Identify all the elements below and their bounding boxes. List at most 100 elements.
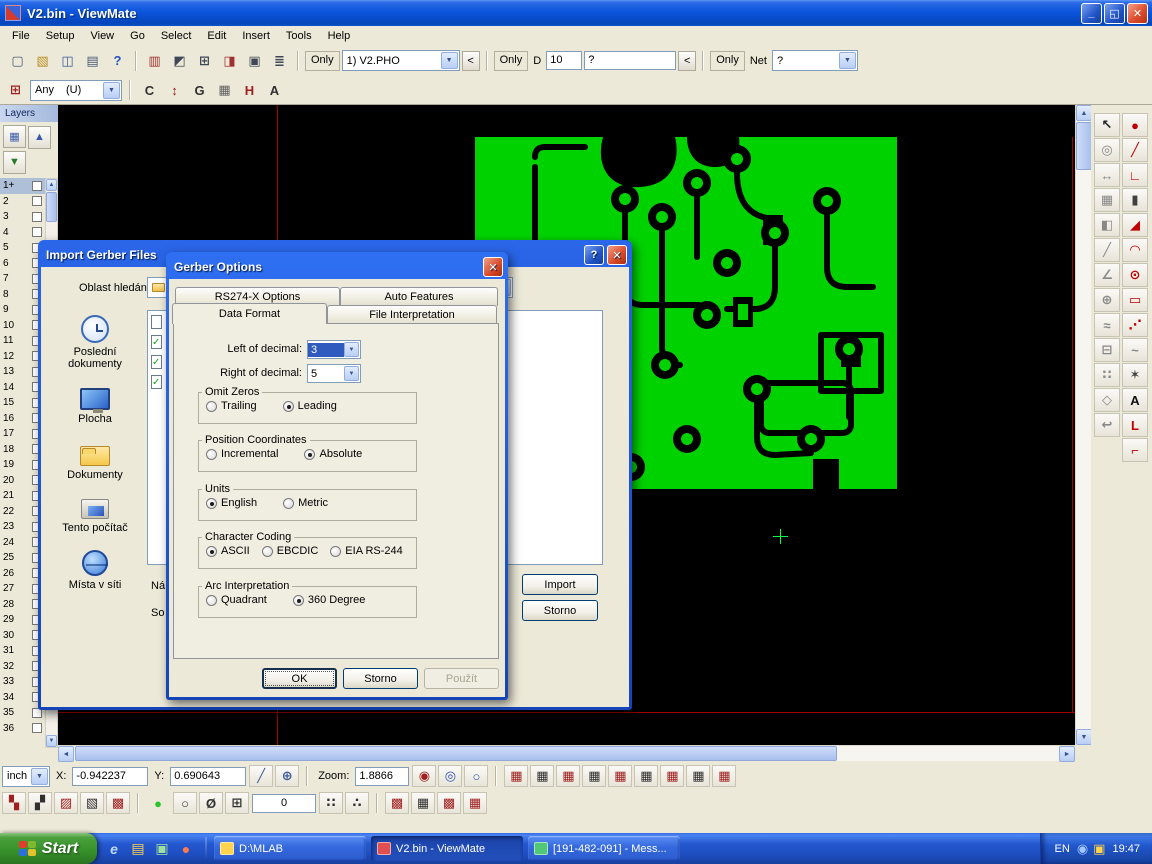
pad-pattern-icon-2[interactable]: ▦	[411, 792, 435, 814]
prev-layer-button[interactable]: <	[462, 51, 480, 71]
grid-toggle-icon[interactable]: ⊞	[225, 792, 249, 814]
zoom-tool-icon[interactable]: ◎	[1094, 138, 1120, 162]
update-icon[interactable]: ▣	[1093, 841, 1105, 857]
close-icon[interactable]: ✕	[483, 257, 503, 277]
tab-data-format[interactable]: Data Format	[172, 303, 327, 324]
polyline-tool-icon[interactable]: ∟	[1122, 163, 1148, 187]
snap-icon[interactable]: ⊕	[1094, 288, 1120, 312]
file-item-icon[interactable]	[151, 315, 162, 329]
radio-english[interactable]: English	[206, 497, 257, 509]
pad-pattern-icon-4[interactable]: ▦	[463, 792, 487, 814]
chevron-down-icon[interactable]: ▼	[441, 52, 458, 69]
dcode-grid-icon-2[interactable]: ▦	[530, 765, 554, 787]
dcode-grid-icon-8[interactable]: ▦	[686, 765, 710, 787]
text-style-icon[interactable]: A	[263, 79, 286, 102]
dcode-grid-icon-3[interactable]: ▦	[556, 765, 580, 787]
scroll-down-icon[interactable]: ▼	[1076, 729, 1092, 745]
step-repeat-icon[interactable]: ⊟	[1094, 338, 1120, 362]
origin-icon[interactable]: ⊕	[275, 765, 299, 787]
grid-settings-icon[interactable]: ⊞	[4, 79, 27, 102]
show-desktop-icon[interactable]: ▣	[153, 840, 171, 858]
order-icon[interactable]: ≈	[1094, 313, 1120, 337]
menu-select[interactable]: Select	[153, 28, 200, 44]
language-indicator[interactable]: EN	[1055, 843, 1070, 855]
messenger-icon[interactable]: ◉	[1077, 841, 1088, 857]
triangle-tool-icon[interactable]: ◢	[1122, 213, 1148, 237]
pointer-icon[interactable]: ↖	[1094, 113, 1120, 137]
chevron-down-icon[interactable]: ▼	[344, 342, 359, 357]
taskbar-button-v2-bin-viewmate[interactable]: V2.bin - ViewMate	[371, 836, 523, 861]
chevron-down-icon[interactable]: ▼	[31, 768, 48, 785]
layer-up-icon[interactable]: ▲	[28, 126, 51, 149]
print-icon[interactable]: ▤	[81, 49, 104, 72]
place-m-sta-v-s-ti[interactable]: Místa v síti	[47, 549, 143, 591]
chevron-down-icon[interactable]: ▼	[344, 366, 359, 381]
undo-icon[interactable]: ↩	[1094, 413, 1120, 437]
layer-color-swatch[interactable]	[32, 181, 42, 191]
cancel-button[interactable]: Storno	[343, 668, 418, 689]
layer-row-1[interactable]: 1+	[0, 178, 45, 194]
place-posledn-dokumenty[interactable]: Poslední dokumenty	[47, 315, 143, 370]
prev-dcode-button[interactable]: <	[678, 51, 696, 71]
layer-color-swatch[interactable]	[32, 196, 42, 206]
taskbar-button-191-482-091-mess[interactable]: [191-482-091] - Mess...	[528, 836, 680, 861]
scroll-up-icon[interactable]: ▲	[1076, 105, 1092, 121]
layer-color-swatch[interactable]	[32, 212, 42, 222]
radio-absolute[interactable]: Absolute	[304, 448, 362, 460]
rect-tool-icon[interactable]: ▭	[1122, 288, 1148, 312]
dotted-tool-icon[interactable]: ⋰	[1122, 313, 1148, 337]
count-field[interactable]: 0	[252, 794, 316, 813]
menu-view[interactable]: View	[82, 28, 122, 44]
pad-pattern-icon-3[interactable]: ▩	[437, 792, 461, 814]
zoom-out-icon[interactable]: ○	[464, 765, 488, 787]
line-style-icon[interactable]: ╱	[1094, 238, 1120, 262]
left-of-decimal-combo[interactable]: 3 ▼	[307, 340, 361, 359]
help-icon[interactable]: ?	[584, 245, 604, 265]
ie-icon[interactable]: e	[105, 840, 123, 858]
menu-tools[interactable]: Tools	[278, 28, 320, 44]
open-file-icon[interactable]: ▧	[31, 49, 54, 72]
file-item-icon[interactable]: ✓	[151, 355, 162, 369]
radio-eia-rs-244[interactable]: EIA RS-244	[330, 545, 402, 557]
radio-leading[interactable]: Leading	[283, 400, 337, 412]
close-button[interactable]: ✕	[1127, 3, 1148, 24]
layer-combo[interactable]: 1) V2.PHO ▼	[342, 50, 460, 71]
hook-tool-icon[interactable]: ⌐	[1122, 438, 1148, 462]
fill-mode-icon[interactable]: ▦	[213, 79, 236, 102]
zoom-in-icon[interactable]: ◉	[412, 765, 436, 787]
chevron-down-icon[interactable]: ▼	[103, 82, 120, 99]
dcode-grid-icon-9[interactable]: ▦	[712, 765, 736, 787]
explorer-icon[interactable]: ▤	[129, 840, 147, 858]
arc-tool-icon[interactable]: ◠	[1122, 238, 1148, 262]
flash-mode-icon[interactable]: ▚	[2, 792, 26, 814]
radio-incremental[interactable]: Incremental	[206, 448, 278, 460]
dcode-query-field[interactable]: ?	[584, 51, 676, 70]
y-coordinate-field[interactable]: 0.690643	[170, 767, 246, 786]
text-tool-icon[interactable]: A	[1122, 388, 1148, 412]
radio-ebcdic[interactable]: EBCDIC	[262, 545, 319, 557]
horizontal-scrollbar[interactable]: ◄ ►	[58, 745, 1075, 761]
net-combo[interactable]: ? ▼	[772, 50, 858, 71]
tab-auto-features[interactable]: Auto Features	[340, 287, 498, 306]
place-dokumenty[interactable]: Dokumenty	[47, 440, 143, 481]
measure-icon[interactable]: ╱	[249, 765, 273, 787]
flash-pad-tool-icon[interactable]: ●	[1122, 113, 1148, 137]
help-icon[interactable]: ?	[106, 49, 129, 72]
layer-table-icon[interactable]: ▦	[3, 125, 26, 148]
radio-trailing[interactable]: Trailing	[206, 400, 257, 412]
restore-button[interactable]: ◱	[1104, 3, 1125, 24]
line-tool-icon[interactable]: ╱	[1122, 138, 1148, 162]
dcode-field[interactable]: 10	[546, 51, 582, 70]
trace-mode-icon[interactable]: ▧	[80, 792, 104, 814]
menu-file[interactable]: File	[4, 28, 38, 44]
scroll-left-icon[interactable]: ◄	[58, 746, 74, 762]
dcode-table-icon[interactable]: ◨	[218, 49, 241, 72]
layer-row-3[interactable]: 3	[0, 209, 45, 225]
menu-edit[interactable]: Edit	[199, 28, 234, 44]
star-tool-icon[interactable]: ✶	[1122, 363, 1148, 387]
dcode-grid-icon-5[interactable]: ▦	[608, 765, 632, 787]
zoom-window-icon[interactable]: ◎	[438, 765, 462, 787]
circle-tool-icon[interactable]: ⊙	[1122, 263, 1148, 287]
layer-color-swatch[interactable]	[32, 227, 42, 237]
taskbar-button-d-mlab[interactable]: D:\MLAB	[214, 836, 366, 861]
